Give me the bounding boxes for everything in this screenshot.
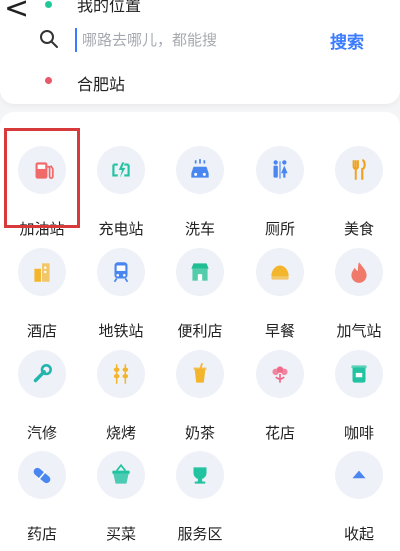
category-item[interactable]: 厕所 xyxy=(242,128,318,238)
gas-flame-icon xyxy=(335,248,383,296)
category-item[interactable]: 加气站 xyxy=(321,230,397,340)
back-arrow-icon[interactable]: < xyxy=(4,0,29,24)
category-item[interactable]: 买菜 xyxy=(83,433,159,543)
bun-icon xyxy=(256,248,304,296)
search-input[interactable] xyxy=(75,28,262,52)
store-icon xyxy=(176,248,224,296)
category-item[interactable]: 汽修 xyxy=(4,332,80,442)
category-label: 药店 xyxy=(26,525,57,543)
category-label: 买菜 xyxy=(105,525,136,543)
category-label: 花店 xyxy=(264,424,295,442)
cup-icon xyxy=(176,451,224,499)
category-item[interactable]: 便利店 xyxy=(162,230,238,340)
category-item[interactable]: 充电站 xyxy=(83,128,159,238)
toilet-icon xyxy=(256,146,304,194)
collapse-triangle-icon xyxy=(335,451,383,499)
pill-icon xyxy=(18,451,66,499)
basket-icon xyxy=(97,451,145,499)
destination-text[interactable]: 合肥站 xyxy=(77,71,125,95)
category-item[interactable]: 美食 xyxy=(321,128,397,238)
category-item[interactable]: 地铁站 xyxy=(83,230,159,340)
car-wash-icon xyxy=(176,146,224,194)
charging-icon xyxy=(97,146,145,194)
selection-highlight xyxy=(4,128,80,228)
category-item[interactable]: 药店 xyxy=(4,433,80,543)
food-icon xyxy=(335,146,383,194)
search-button[interactable]: 搜索 xyxy=(330,28,364,53)
skewer-icon xyxy=(97,350,145,398)
milk-tea-icon xyxy=(176,350,224,398)
destination-dot-icon xyxy=(45,77,52,84)
flower-icon xyxy=(256,350,304,398)
category-item[interactable]: 收起 xyxy=(321,433,397,543)
subway-icon xyxy=(97,248,145,296)
category-item[interactable]: 咖啡 xyxy=(321,332,397,442)
hotel-icon xyxy=(18,248,66,296)
category-label: 服务区 xyxy=(177,525,223,543)
category-item[interactable]: 酒店 xyxy=(4,230,80,340)
category-item[interactable]: 烧烤 xyxy=(83,332,159,442)
search-header: < 我的位置 搜索 合肥站 xyxy=(0,0,400,104)
search-icon xyxy=(40,30,58,48)
category-item[interactable]: 洗车 xyxy=(162,128,238,238)
category-item[interactable]: 服务区 xyxy=(162,433,238,543)
start-location-text[interactable]: 我的位置 xyxy=(77,0,141,16)
category-item[interactable]: 花店 xyxy=(242,332,318,442)
category-item[interactable]: 奶茶 xyxy=(162,332,238,442)
coffee-icon xyxy=(335,350,383,398)
category-grid: 加油站 充电站 洗车 厕所 美食 酒店 地铁站 便利店 早餐 加气站 汽修 烧烤 奶茶 花店 咖啡 药店 买菜服… xyxy=(0,112,400,551)
start-location-dot-icon xyxy=(45,1,52,8)
wrench-icon xyxy=(18,350,66,398)
category-label: 收起 xyxy=(343,525,374,543)
category-item[interactable]: 早餐 xyxy=(242,230,318,340)
